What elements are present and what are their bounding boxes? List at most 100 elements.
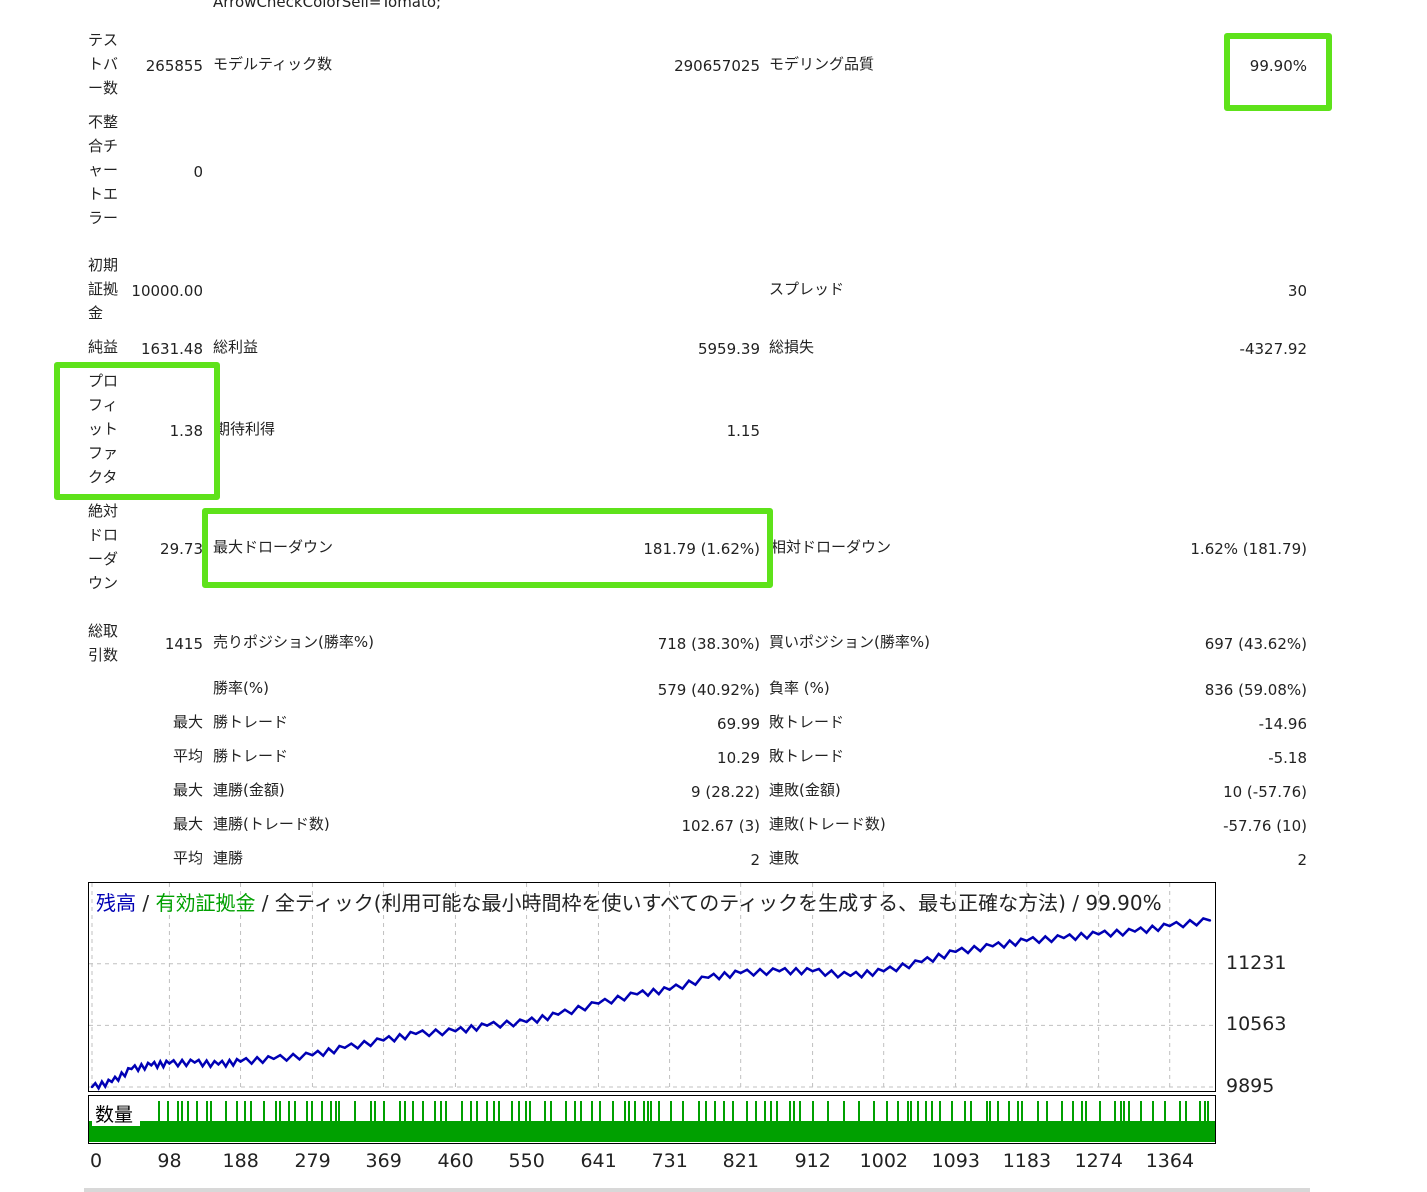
average-win-label: 勝トレード (213, 747, 289, 765)
volume-bar (917, 1101, 919, 1123)
x-tick-label: 912 (794, 1150, 831, 1172)
balance-point (849, 974, 852, 978)
volume-bar (1085, 1101, 1087, 1123)
volume-bar (206, 1101, 208, 1123)
volume-bar (776, 1101, 778, 1123)
loss-rate-label: 負率 (%) (769, 679, 830, 697)
spread-value: 30 (1287, 282, 1307, 300)
balance-point (1025, 939, 1028, 942)
chart-title-balance: 残高 (96, 891, 136, 915)
long-positions-label: 買いポジション(勝率%) (769, 633, 930, 651)
volume-bar (997, 1101, 999, 1123)
test-bars-value: 265855 (145, 57, 203, 75)
volume-bar (225, 1101, 227, 1123)
avg-consecutive-prefix: 平均 (172, 849, 203, 867)
modeling-quality-label: モデリング品質 (769, 55, 875, 73)
volume-bar (1114, 1101, 1116, 1123)
balance-point (239, 1060, 242, 1063)
max-consecutive-amount-prefix: 最大 (172, 781, 203, 799)
short-positions-label: 売りポジション(勝率%) (213, 633, 374, 651)
balance-point (635, 993, 639, 996)
gross-loss-value: -4327.92 (1239, 340, 1307, 358)
gross-profit-label: 総利益 (213, 338, 259, 356)
volume-bar (294, 1101, 296, 1123)
volume-bar (1099, 1101, 1101, 1123)
volume-bar (1140, 1101, 1142, 1123)
largest-loss-label: 敗トレード (769, 713, 845, 731)
volume-bar (338, 1101, 340, 1123)
volume-bar (529, 1101, 531, 1123)
volume-bar (279, 1101, 281, 1123)
volume-bar (434, 1101, 436, 1123)
volume-bar (1185, 1101, 1187, 1123)
volume-bar (1207, 1101, 1209, 1123)
volume-bar (445, 1101, 447, 1123)
volume-bar (574, 1101, 576, 1123)
balance-point (920, 960, 923, 964)
y-tick-label: 11231 (1226, 951, 1287, 974)
chart-title-rest: / 全ティック(利用可能な最小時間枠を使いすべてのティックを生成する、最も正確な… (255, 891, 1161, 915)
volume-bar (873, 1101, 875, 1123)
balance-point (778, 970, 781, 973)
balance-point (707, 976, 710, 979)
bottom-divider (84, 1188, 1310, 1192)
volume-bar (858, 1101, 860, 1123)
volume-bar (354, 1101, 356, 1123)
test-bars-label: テストバー数 (88, 31, 119, 97)
balance-point (556, 1013, 560, 1016)
x-tick-label: 1093 (931, 1150, 980, 1172)
avg-consecutive-losses-value: 2 (1297, 851, 1307, 869)
volume-bar (907, 1101, 909, 1123)
max-consecutive-losses-count-value: -57.76 (10) (1223, 817, 1307, 835)
volume-bar (181, 1101, 183, 1123)
volume-bar (177, 1101, 179, 1123)
volume-bar (311, 1101, 313, 1123)
volume-bar (486, 1101, 488, 1123)
balance-point (272, 1057, 275, 1061)
highlight-profit-factor (54, 362, 220, 500)
balance-point (811, 970, 814, 973)
volume-bar (827, 1101, 829, 1123)
win-rate-label: 勝率(%) (213, 679, 269, 697)
volume-bar (370, 1101, 372, 1123)
balance-point (130, 1067, 133, 1071)
x-tick-label: 1364 (1145, 1150, 1195, 1172)
highlight-max-drawdown (202, 508, 773, 588)
net-profit-value: 1631.48 (140, 340, 203, 358)
volume-bar (330, 1101, 332, 1123)
volume-bar (498, 1101, 500, 1123)
volume-bar (812, 1101, 814, 1123)
volume-bar (1123, 1101, 1125, 1123)
volume-bar (628, 1101, 630, 1123)
model-ticks-label: モデルティック数 (213, 55, 333, 73)
gross-loss-label: 総損失 (769, 338, 815, 356)
volume-bar (1179, 1101, 1181, 1123)
spread-label: スプレッド (769, 280, 845, 298)
volume-bar (263, 1101, 265, 1123)
largest-loss-value: -14.96 (1258, 715, 1307, 733)
initial-deposit-value: 10000.00 (131, 282, 203, 300)
avg-consecutive-wins-label: 連勝 (213, 849, 244, 867)
gross-profit-value: 5959.39 (697, 340, 760, 358)
volume-bar (167, 1101, 169, 1123)
volume-bar (964, 1101, 966, 1123)
avg-trade-prefix: 平均 (172, 747, 203, 765)
x-tick-label: 1274 (1074, 1150, 1123, 1172)
max-consecutive-wins-count-label: 連勝(トレード数) (213, 815, 330, 833)
volume-bar (187, 1101, 189, 1123)
volume-bar (412, 1101, 414, 1123)
volume-bar (789, 1101, 791, 1123)
volume-bar (682, 1101, 684, 1123)
volume-bar (1164, 1101, 1166, 1123)
volume-bar (399, 1101, 401, 1123)
balance-point (110, 1080, 113, 1084)
volume-bar (705, 1101, 707, 1123)
balance-point (882, 970, 885, 973)
y-tick-label: 10563 (1226, 1013, 1287, 1036)
volume-bar (1081, 1101, 1083, 1123)
x-tick-label: 641 (580, 1150, 617, 1172)
max-consecutive-wins-amount-label: 連勝(金額) (213, 781, 285, 799)
balance-point (1062, 936, 1066, 940)
volume-bar (931, 1101, 933, 1123)
volume-bar (910, 1101, 912, 1123)
